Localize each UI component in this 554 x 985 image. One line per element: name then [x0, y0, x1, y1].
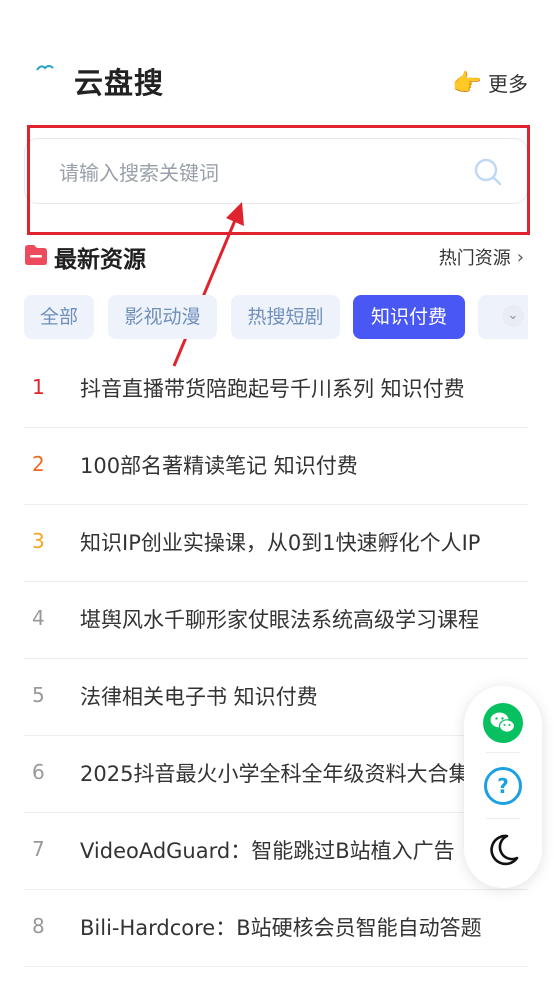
rank-number: 1: [32, 375, 45, 399]
list-item[interactable]: 8 Bili-Hardcore：B站硬核会员智能自动答题: [24, 890, 528, 967]
more-button[interactable]: 👉 更多: [452, 68, 528, 97]
floating-action-panel: ?: [464, 686, 542, 888]
divider: [486, 818, 520, 819]
category-tabs: 全部 影视动漫 热搜短剧 知识付费 ⌄: [24, 295, 528, 339]
svg-text:?: ?: [497, 774, 509, 798]
chevron-down-icon[interactable]: ⌄: [502, 305, 524, 327]
list-item-title[interactable]: 法律相关电子书 知识付费: [80, 681, 510, 711]
folder-icon: [25, 245, 47, 265]
list-item[interactable]: 7 VideoAdGuard：智能跳过B站植入广告: [24, 813, 528, 890]
list-item[interactable]: 1 抖音直播带货陪跑起号千川系列 知识付费: [24, 351, 528, 428]
rank-number: 6: [32, 760, 45, 784]
tab-all[interactable]: 全部: [24, 295, 94, 339]
help-icon[interactable]: ?: [483, 766, 523, 806]
list-item-title[interactable]: 知识IP创业实操课，从0到1快速孵化个人IP: [80, 527, 510, 557]
highlight-annotation-box: [27, 125, 530, 235]
resource-list: 1 抖音直播带货陪跑起号千川系列 知识付费 2 100部名著精读笔记 知识付费 …: [24, 351, 528, 967]
list-item[interactable]: 4 堪舆风水千聊形家仗眼法系统高级学习课程: [24, 582, 528, 659]
chevron-right-icon: ›: [516, 246, 524, 268]
moon-icon[interactable]: [483, 830, 523, 870]
more-label: 更多: [488, 72, 528, 96]
wechat-icon[interactable]: [483, 703, 523, 743]
app-title: 云盘搜: [74, 66, 165, 100]
divider: [486, 752, 520, 753]
list-item-title[interactable]: 2025抖音最火小学全科全年级资料大合集: [80, 758, 510, 788]
list-item-title[interactable]: Bili-Hardcore：B站硬核会员智能自动答题: [80, 912, 510, 942]
tab-knowledge-paid[interactable]: 知识付费: [353, 295, 465, 339]
rank-number: 3: [32, 529, 45, 553]
latest-section-header: 最新资源 热门资源 ›: [24, 238, 528, 273]
hot-resources-link[interactable]: 热门资源 ›: [439, 244, 524, 270]
list-item-title[interactable]: 抖音直播带货陪跑起号千川系列 知识付费: [80, 373, 510, 403]
list-item[interactable]: 3 知识IP创业实操课，从0到1快速孵化个人IP: [24, 505, 528, 582]
list-item[interactable]: 5 法律相关电子书 知识付费: [24, 659, 528, 736]
list-item-title[interactable]: 堪舆风水千聊形家仗眼法系统高级学习课程: [80, 604, 510, 634]
list-item-title[interactable]: 100部名著精读笔记 知识付费: [80, 450, 510, 480]
section-title: 最新资源: [54, 247, 146, 273]
list-item-title[interactable]: VideoAdGuard：智能跳过B站植入广告: [80, 835, 510, 865]
rank-number: 5: [32, 683, 45, 707]
rank-number: 7: [32, 837, 45, 861]
list-item[interactable]: 6 2025抖音最火小学全科全年级资料大合集: [24, 736, 528, 813]
rank-number: 2: [32, 452, 45, 476]
pointing-hand-icon: 👉: [452, 68, 482, 97]
header: 云盘搜 👉 更多: [0, 0, 554, 120]
rank-number: 8: [32, 914, 45, 938]
list-item[interactable]: 2 100部名著精读笔记 知识付费: [24, 428, 528, 505]
hot-resources-label: 热门资源: [438, 248, 511, 269]
tab-film-anime[interactable]: 影视动漫: [108, 295, 217, 339]
tab-hot-drama[interactable]: 热搜短剧: [231, 295, 340, 339]
logo-icon: [36, 65, 54, 71]
rank-number: 4: [32, 606, 45, 630]
